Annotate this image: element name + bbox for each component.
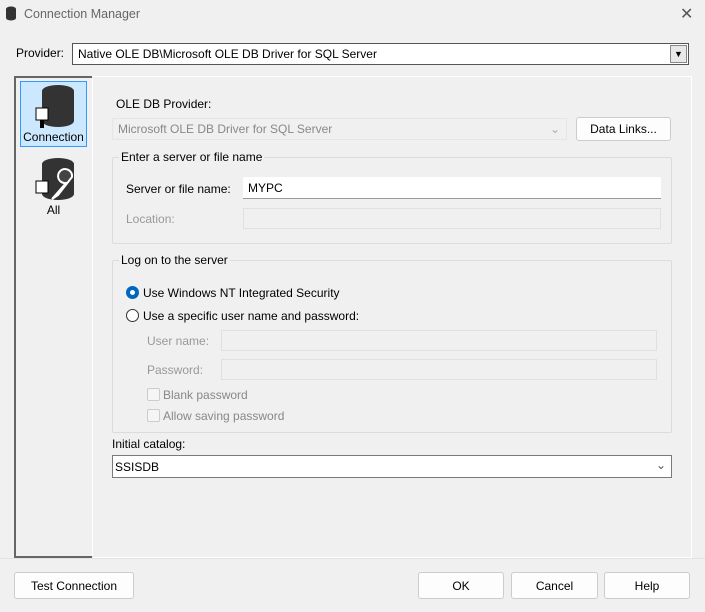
allow-saving-label: Allow saving password (163, 409, 285, 423)
divider (0, 558, 705, 559)
test-connection-label: Test Connection (30, 578, 118, 593)
blank-password-label: Blank password (163, 388, 248, 402)
title-bar: Connection Manager ✕ (0, 0, 705, 28)
data-links-label: Data Links... (590, 122, 657, 136)
ole-provider-value: Microsoft OLE DB Driver for SQL Server (118, 122, 333, 136)
nav-label: All (46, 203, 61, 217)
user-name-input[interactable] (221, 330, 657, 351)
close-icon[interactable]: ✕ (680, 4, 693, 24)
ok-label: OK (452, 578, 470, 593)
database-plug-wrench-icon (35, 158, 74, 200)
initial-catalog-label: Initial catalog: (112, 437, 186, 451)
server-label: Server or file name: (126, 182, 231, 196)
provider-select[interactable]: Native OLE DB\Microsoft OLE DB Driver fo… (72, 43, 689, 65)
initial-catalog-value: SSISDB (115, 459, 160, 474)
location-label: Location: (126, 212, 175, 226)
ole-provider-select[interactable]: Microsoft OLE DB Driver for SQL Server ⌄ (112, 118, 567, 140)
window-title: Connection Manager (24, 7, 141, 21)
server-group: Enter a server or file name (112, 150, 672, 244)
help-label: Help (634, 578, 660, 593)
help-button[interactable]: Help (604, 572, 690, 599)
nav-panel (14, 76, 93, 558)
user-name-label: User name: (147, 334, 210, 348)
cancel-button[interactable]: Cancel (511, 572, 598, 599)
nav-label: Connection (23, 130, 84, 144)
logon-group-title: Log on to the server (119, 253, 230, 267)
chevron-down-icon: ⌄ (549, 122, 560, 136)
test-connection-button[interactable]: Test Connection (14, 572, 134, 599)
provider-label: Provider: (16, 46, 65, 60)
ole-provider-label: OLE DB Provider: (116, 97, 212, 111)
server-group-title: Enter a server or file name (119, 150, 265, 164)
blank-password-checkbox[interactable] (147, 388, 160, 401)
server-value: MYPC (248, 180, 283, 195)
ok-button[interactable]: OK (418, 572, 504, 599)
chevron-down-icon[interactable]: ⌄ (656, 458, 666, 472)
database-plug-icon (35, 85, 74, 128)
server-input[interactable]: MYPC (243, 177, 661, 199)
dropdown-arrow-icon[interactable]: ▼ (670, 45, 687, 63)
location-input[interactable] (243, 208, 661, 229)
nav-item-connection[interactable]: Connection (20, 81, 87, 147)
allow-saving-checkbox[interactable] (147, 409, 160, 422)
initial-catalog-select[interactable]: SSISDB ⌄ (112, 455, 672, 478)
password-label: Password: (147, 363, 204, 377)
cancel-label: Cancel (535, 578, 574, 593)
nav-item-all[interactable]: All (20, 155, 87, 217)
data-links-button[interactable]: Data Links... (576, 117, 671, 141)
database-icon (6, 6, 16, 21)
windows-auth-radio[interactable] (126, 286, 139, 299)
specific-user-label[interactable]: Use a specific user name and password: (143, 309, 359, 323)
windows-auth-label[interactable]: Use Windows NT Integrated Security (143, 286, 340, 300)
provider-value: Native OLE DB\Microsoft OLE DB Driver fo… (78, 47, 377, 61)
specific-user-radio[interactable] (126, 309, 139, 322)
password-input[interactable] (221, 359, 657, 380)
